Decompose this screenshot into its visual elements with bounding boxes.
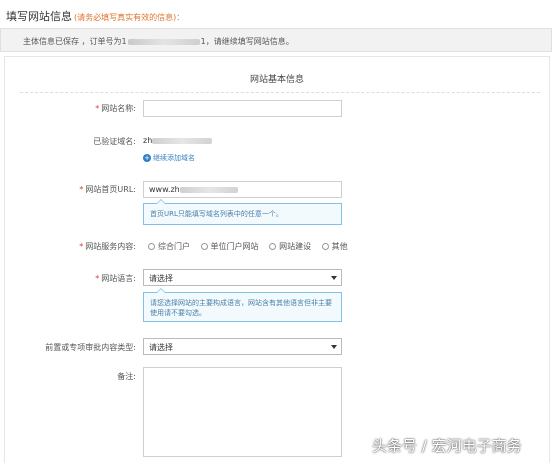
language-select[interactable]: 请选择 — [143, 269, 342, 286]
domain-redacted — [152, 137, 213, 144]
order-notice: 主体信息已保存 ，订单号为1 1，请继续填写网站信息。 — [0, 28, 552, 52]
service-content-label: * 网站服务内容: — [79, 242, 136, 251]
radio-icon — [148, 243, 155, 250]
homepage-url-tip: 首页URL只能填写域名列表中的任意一个。 — [143, 199, 342, 225]
plus-icon: + — [143, 154, 151, 162]
notice-prefix: 主体信息已保存 ，订单号为 — [23, 37, 122, 46]
chevron-down-icon — [331, 276, 337, 280]
chevron-down-icon — [331, 345, 337, 349]
language-label: * 网站语言: — [95, 274, 136, 283]
remark-textarea[interactable] — [143, 367, 342, 457]
pre-approval-label: 前置或专项审批内容类型: — [45, 343, 136, 352]
required-mark: * — [95, 274, 100, 283]
required-mark: * — [79, 185, 84, 194]
radio-icon — [200, 243, 208, 250]
service-content-options: 综合门户 单位门户网站 网站建设 其他 — [148, 241, 356, 252]
section-divider — [20, 92, 540, 93]
radio-other[interactable]: 其他 — [321, 241, 348, 252]
verified-domain-value: zh — [143, 136, 213, 145]
radio-site-building[interactable]: 网站建设 — [269, 241, 311, 252]
order-no-start: 1 — [121, 37, 127, 46]
homepage-url-input[interactable]: www.zh — [143, 181, 342, 198]
radio-portal[interactable]: 综合门户 — [148, 241, 190, 252]
site-name-label: * 网站名称: — [95, 104, 136, 113]
watermark: 头条号 / 宏河电子商务 — [372, 437, 522, 455]
add-domain-link[interactable]: + 继续添加域名 — [143, 153, 195, 163]
page-title: 填写网站信息 (请务必填写真实有效的信息)： — [6, 8, 184, 24]
required-mark: * — [79, 242, 84, 251]
language-tip: 请您选择网站的主要构成语言，网站含有其他语言但非主要使用请不要勾选。 — [143, 288, 342, 322]
url-redacted — [179, 186, 238, 193]
verified-domain-label: 已验证域名: — [93, 137, 136, 146]
radio-icon — [321, 243, 329, 250]
homepage-url-label: * 网站首页URL: — [79, 185, 136, 194]
notice-suffix: ，请继续填写网站信息。 — [205, 37, 294, 46]
pre-approval-select[interactable]: 请选择 — [143, 338, 342, 355]
required-mark: * — [95, 104, 100, 113]
remark-label: 备注: — [117, 372, 136, 381]
radio-icon — [269, 243, 277, 250]
order-no-redacted — [127, 38, 200, 45]
section-title: 网站基本信息 — [249, 75, 304, 85]
page-title-note: (请务必填写真实有效的信息)： — [74, 13, 185, 22]
radio-unit-portal[interactable]: 单位门户网站 — [200, 241, 259, 252]
site-name-input[interactable] — [143, 100, 342, 117]
page-title-text: 填写网站信息 — [6, 10, 72, 23]
